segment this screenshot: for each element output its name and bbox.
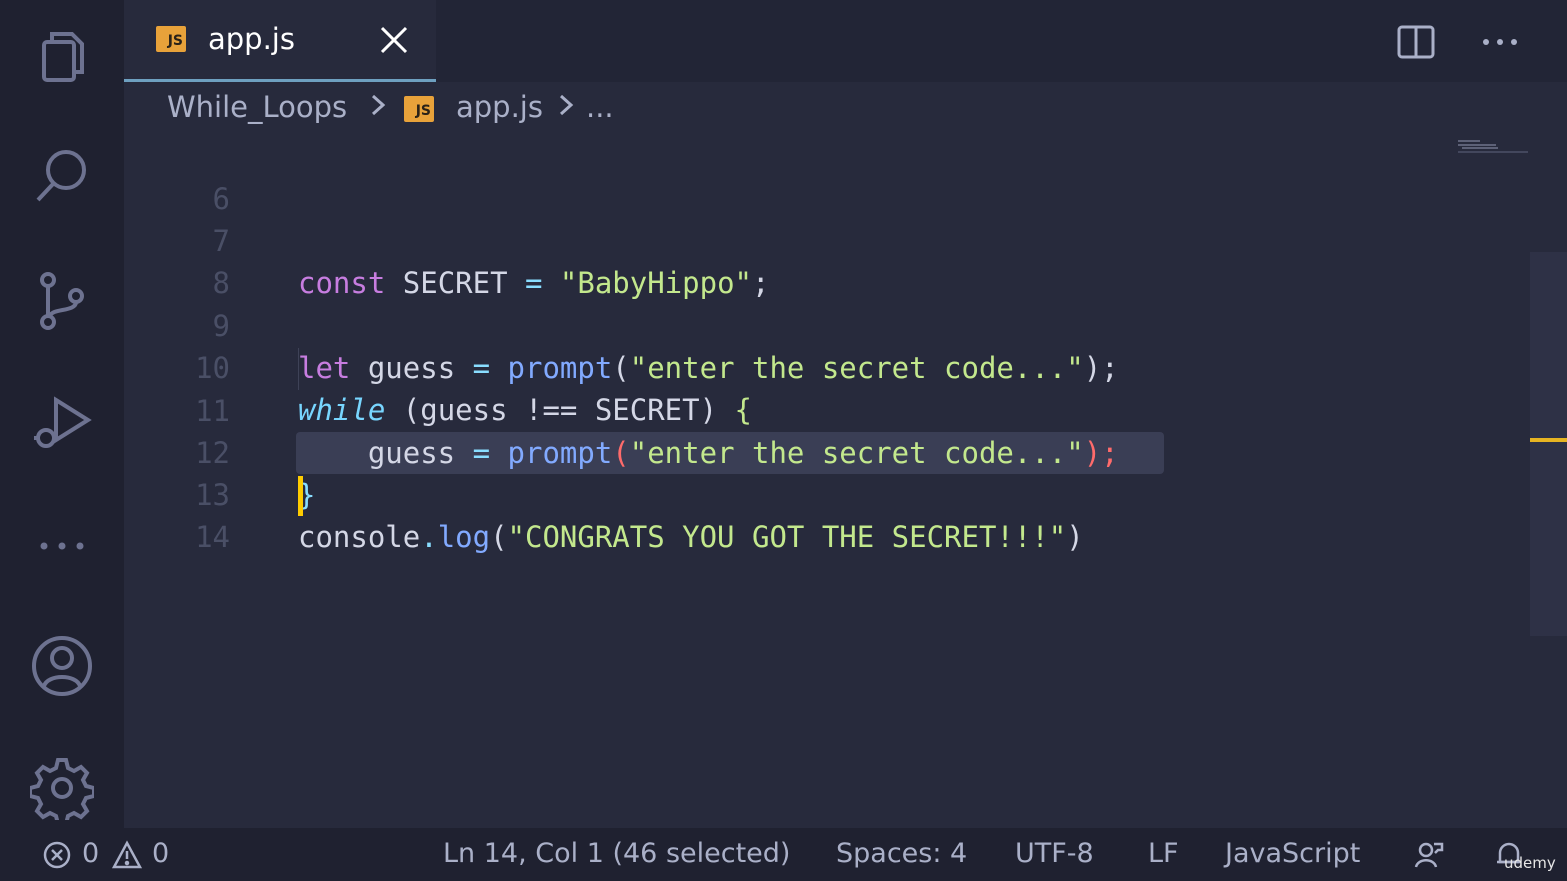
code-line: 13 console.log("CONGRATS YOU GOT THE SEC… xyxy=(124,432,1424,554)
language-mode[interactable]: JavaScript xyxy=(1225,838,1360,869)
tab-app-js[interactable]: JS app.js xyxy=(124,0,436,82)
files-icon[interactable] xyxy=(28,22,96,90)
code-text-selected: console.log("CONGRATS YOU GOT THE SECRET… xyxy=(298,520,1084,554)
watermark: udemy xyxy=(1504,854,1556,872)
more-icon[interactable] xyxy=(28,510,96,578)
code-line: 8 xyxy=(124,220,1424,300)
minimap[interactable] xyxy=(1458,136,1528,156)
status-bar: 0 0 Ln 14, Col 1 (46 selected) Spaces: 4… xyxy=(0,828,1567,881)
account-icon[interactable] xyxy=(28,632,96,700)
close-icon[interactable] xyxy=(376,22,412,58)
chevron-right-icon xyxy=(556,90,576,127)
code-line: 11 guess = prompt("enter the secret code… xyxy=(124,348,1424,470)
search-icon[interactable] xyxy=(28,142,96,210)
breadcrumb-folder[interactable]: While_Loops xyxy=(167,90,347,124)
settings-gear-icon[interactable] xyxy=(28,754,96,822)
scrollbar[interactable] xyxy=(1530,252,1567,636)
split-editor-icon[interactable] xyxy=(1396,22,1436,62)
chevron-right-icon xyxy=(368,90,388,127)
tab-label: app.js xyxy=(208,22,295,56)
code-line: 12 } xyxy=(124,390,1424,512)
feedback-icon[interactable] xyxy=(1414,840,1444,870)
indentation[interactable]: Spaces: 4 xyxy=(836,838,967,869)
activity-bar xyxy=(0,0,124,828)
error-icon[interactable] xyxy=(42,840,72,870)
source-control-icon[interactable] xyxy=(28,266,96,334)
code-editor[interactable]: 6 7 const SECRET = "BabyHippo"; 8 9 let … xyxy=(124,136,1567,828)
js-file-icon: JS xyxy=(404,96,434,122)
warning-count[interactable]: 0 xyxy=(152,838,169,869)
more-actions-icon[interactable] xyxy=(1478,22,1522,62)
breadcrumb-more[interactable]: ... xyxy=(586,90,614,124)
tab-bar: JS app.js xyxy=(124,0,1567,82)
encoding[interactable]: UTF-8 xyxy=(1015,838,1094,869)
code-line: 9 let guess = prompt("enter the secret c… xyxy=(124,263,1424,385)
scrollbar-cursor-marker xyxy=(1530,438,1567,442)
warning-icon[interactable] xyxy=(111,840,143,870)
code-line: 14 xyxy=(124,474,1424,554)
code-line: 7 const SECRET = "BabyHippo"; xyxy=(124,178,1424,300)
js-file-icon: JS xyxy=(156,26,186,52)
breadcrumb-file[interactable]: app.js xyxy=(456,90,543,124)
line-number: 14 xyxy=(195,520,230,554)
code-line: 6 xyxy=(124,136,1424,216)
breadcrumb: While_Loops JS app.js ... xyxy=(124,82,1567,136)
code-line: 10 while (guess !== SECRET) { xyxy=(124,305,1424,427)
run-debug-icon[interactable] xyxy=(28,388,96,456)
error-count[interactable]: 0 xyxy=(82,838,99,869)
cursor-position[interactable]: Ln 14, Col 1 (46 selected) xyxy=(443,838,790,869)
text-cursor xyxy=(298,476,303,516)
end-of-line[interactable]: LF xyxy=(1148,838,1179,869)
